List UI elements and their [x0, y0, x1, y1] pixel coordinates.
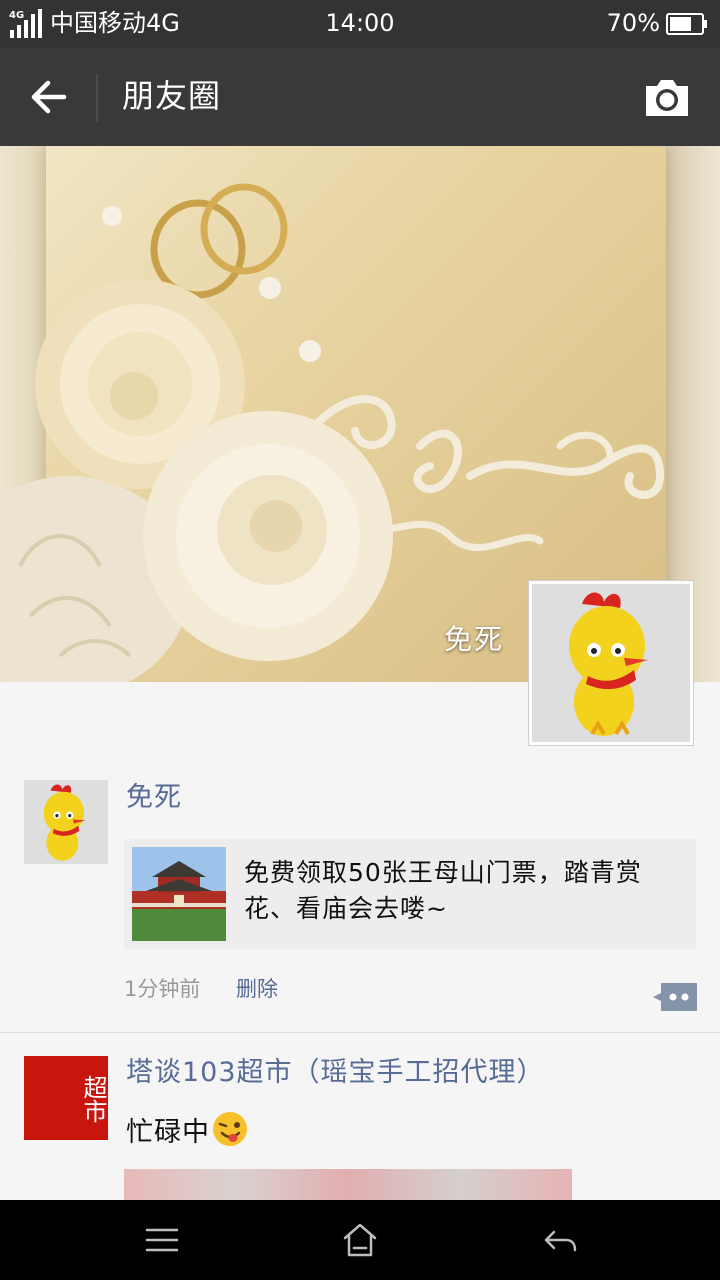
system-nav-bar: [0, 1200, 720, 1280]
post-image[interactable]: [124, 1169, 572, 1200]
post-author[interactable]: 塔谈103超市（瑶宝手工招代理）: [126, 1055, 545, 1091]
feed-item: 免死 免费领取50张王母山门票，踏青赏花、看庙会去喽~ 1分钟前 删除: [0, 760, 720, 1033]
back-arrow-icon[interactable]: [22, 72, 74, 122]
delete-link[interactable]: 删除: [236, 974, 278, 1004]
battery-icon: [666, 13, 707, 35]
post-timestamp: 1分钟前: [124, 977, 201, 1001]
status-bar: 4G 中国移动4G 14:00 70%: [0, 0, 720, 48]
cover-username: 免死: [443, 623, 504, 656]
menu-icon[interactable]: [142, 1220, 182, 1260]
share-title: 免费领取50张王母山门票，踏青赏花、看庙会去喽~: [244, 858, 642, 923]
chick-avatar-icon: [532, 584, 690, 742]
back-nav-icon[interactable]: [540, 1220, 580, 1260]
post-avatar[interactable]: 超市: [24, 1056, 108, 1140]
feed-item: 超市 塔谈103超市（瑶宝手工招代理） 忙碌中: [0, 1033, 720, 1200]
post-text: 忙碌中: [126, 1111, 248, 1153]
post-avatar[interactable]: [24, 780, 108, 864]
share-link-card[interactable]: 免费领取50张王母山门票，踏青赏花、看庙会去喽~: [124, 839, 696, 949]
share-thumbnail: [132, 847, 226, 941]
post-text-content: 忙碌中: [126, 1117, 210, 1148]
page-title: 朋友圈: [122, 77, 222, 115]
comment-icon[interactable]: [652, 982, 698, 1012]
camera-icon[interactable]: [642, 76, 692, 120]
temple-thumbnail-icon: [132, 847, 226, 941]
chick-avatar-icon: [24, 780, 108, 864]
top-bar-divider: [96, 74, 98, 122]
top-bar: 朋友圈: [0, 48, 720, 146]
home-icon[interactable]: [340, 1220, 380, 1260]
avatar-text: 超市: [79, 1075, 107, 1123]
post-author[interactable]: 免死: [126, 780, 182, 816]
winking-tongue-emoji-icon: [213, 1112, 247, 1146]
profile-avatar[interactable]: [528, 580, 694, 746]
battery-percent: 70%: [606, 9, 660, 37]
